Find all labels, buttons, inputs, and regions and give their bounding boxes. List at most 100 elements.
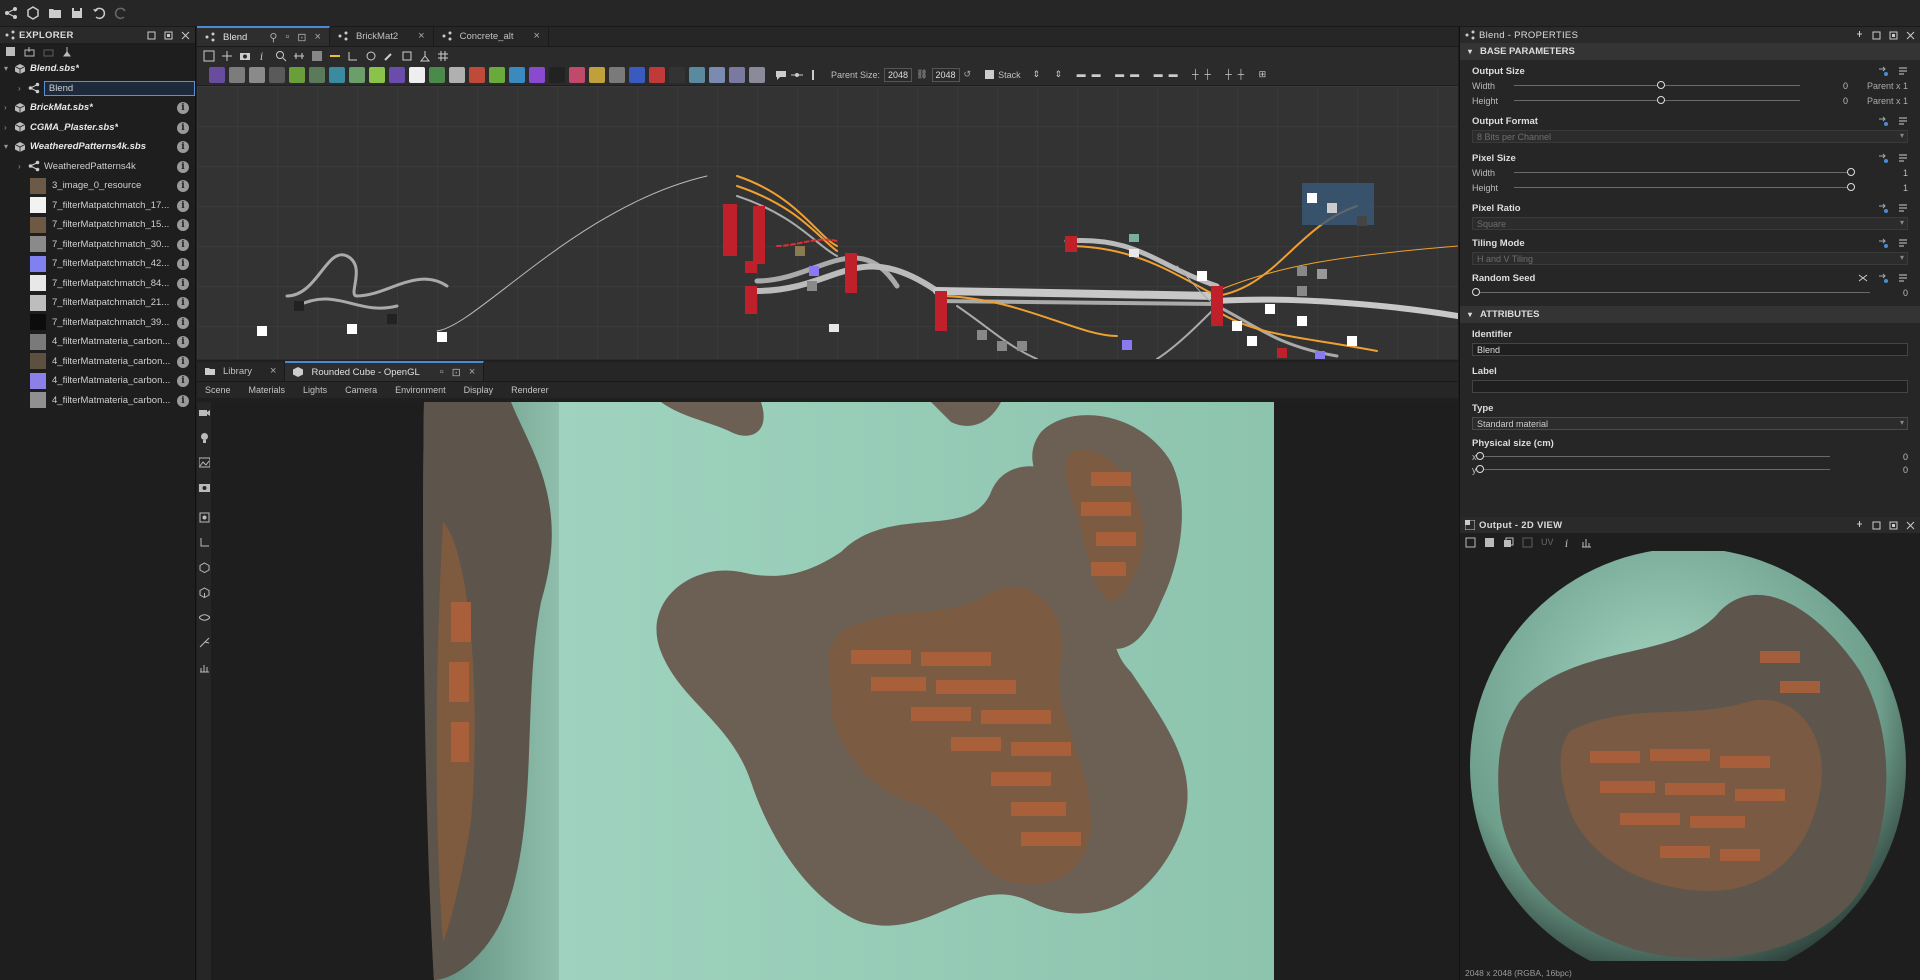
slider-knob[interactable] — [1846, 183, 1855, 191]
label-field[interactable] — [1472, 380, 1908, 393]
slider-knob[interactable] — [1476, 465, 1484, 473]
node-swatch[interactable] — [749, 66, 765, 83]
tab-brickmat2[interactable]: BrickMat2 × — [330, 26, 434, 46]
explorer-resource-item[interactable]: 7_filterMatpatchmatch_17... i — [0, 196, 195, 216]
node-swatch[interactable] — [669, 66, 685, 83]
info-icon[interactable]: i — [257, 50, 269, 62]
close-icon[interactable] — [181, 31, 190, 40]
node-swatch[interactable] — [289, 66, 305, 83]
new-icon[interactable] — [26, 6, 40, 20]
chevron-down-icon[interactable]: ▾ — [4, 142, 14, 151]
explorer-package-item[interactable]: ▾ Blend.sbs* — [0, 59, 195, 79]
chevron-right-icon[interactable]: › — [18, 162, 28, 171]
physical-y-slider[interactable] — [1476, 465, 1830, 473]
maximize-icon[interactable]: ⊡ — [452, 366, 461, 379]
clean-icon[interactable] — [62, 46, 73, 57]
tools-icon[interactable] — [365, 50, 377, 62]
axis-icon[interactable] — [199, 537, 210, 548]
info-icon[interactable]: i — [177, 199, 189, 212]
tiling-mode-dropdown[interactable]: H and V Tiling ▾ — [1472, 252, 1908, 265]
pixel-width-value[interactable]: 1 — [1888, 168, 1908, 178]
cube-icon[interactable] — [199, 562, 210, 573]
node-swatch[interactable] — [549, 66, 565, 83]
layout-icons[interactable]: ⇕ ⇕ ▬▬ ▬▬ ▬▬ ┼┼ ┼┼ ⊞ — [1033, 69, 1273, 80]
node-swatch[interactable] — [489, 66, 505, 83]
close-icon[interactable] — [1906, 31, 1915, 40]
node-swatch[interactable] — [649, 66, 665, 83]
connect-icon[interactable] — [1878, 116, 1888, 126]
node-swatch[interactable] — [569, 66, 585, 83]
slider-knob[interactable] — [1657, 81, 1665, 89]
node-swatch[interactable] — [709, 66, 725, 83]
info-icon[interactable]: i — [177, 121, 189, 134]
menu-lights[interactable]: Lights — [303, 385, 327, 395]
explorer-resource-item[interactable]: 7_filterMatpatchmatch_21... i — [0, 293, 195, 313]
node-swatch[interactable] — [729, 66, 745, 83]
2d-view-canvas[interactable] — [1460, 551, 1920, 961]
link-icon[interactable] — [329, 50, 341, 62]
dot-icon[interactable] — [807, 69, 819, 81]
attributes-section[interactable]: ▾ ATTRIBUTES — [1460, 306, 1920, 323]
node-swatch[interactable] — [469, 66, 485, 83]
float-icon[interactable]: ▫ — [285, 31, 289, 43]
compute-icon[interactable] — [419, 50, 431, 62]
info-icon[interactable]: i — [177, 180, 189, 192]
save-icon[interactable] — [1484, 537, 1495, 548]
parent-size-width[interactable]: 2048 — [884, 67, 913, 82]
gizmo-icon[interactable] — [199, 637, 210, 648]
graph-icon[interactable] — [4, 6, 18, 20]
info-icon[interactable]: i — [177, 141, 189, 153]
search-icon[interactable] — [275, 50, 287, 62]
frame-icon[interactable] — [199, 512, 210, 523]
node-swatch[interactable] — [349, 66, 365, 83]
slider-knob[interactable] — [1472, 288, 1480, 296]
node-swatch[interactable] — [689, 66, 705, 83]
node-swatch[interactable] — [329, 66, 345, 83]
frame-all-icon[interactable] — [203, 50, 215, 62]
info-icon[interactable]: i — [177, 394, 189, 407]
maximize-icon[interactable] — [1889, 521, 1898, 530]
align-icon[interactable] — [293, 50, 305, 62]
output-width-value[interactable]: 0 — [1828, 81, 1848, 91]
node-swatch[interactable] — [309, 66, 325, 83]
close-icon[interactable]: × — [418, 30, 424, 42]
menu-camera[interactable]: Camera — [345, 385, 377, 395]
info-icon[interactable]: i — [177, 258, 189, 270]
physical-x-value[interactable]: 0 — [1888, 452, 1908, 462]
node-swatch[interactable] — [209, 66, 225, 83]
tab-library[interactable]: Library × — [197, 361, 286, 381]
close-icon[interactable]: × — [533, 30, 539, 42]
camera-icon[interactable] — [199, 407, 210, 418]
screenshot-icon[interactable] — [199, 482, 210, 493]
node-swatch[interactable] — [249, 66, 265, 83]
menu-icon[interactable] — [1898, 116, 1908, 126]
float-icon[interactable] — [147, 31, 156, 40]
explorer-graph-item[interactable]: › Blend — [0, 79, 195, 99]
menu-icon[interactable] — [1898, 273, 1908, 283]
identifier-field[interactable]: Blend — [1472, 343, 1908, 356]
explorer-resource-item[interactable]: 7_filterMatpatchmatch_15... i — [0, 215, 195, 235]
chevron-down-icon[interactable]: ▾ — [4, 64, 14, 73]
base-parameters-section[interactable]: ▾ BASE PARAMETERS — [1460, 43, 1920, 60]
connect-icon[interactable] — [347, 50, 359, 62]
wrench-icon[interactable] — [383, 50, 395, 62]
tab-blend[interactable]: Blend ⚲ ▫ ⊡ × — [197, 26, 330, 46]
node-swatch[interactable] — [609, 66, 625, 83]
node-graph-canvas[interactable] — [197, 86, 1458, 359]
pin-icon[interactable]: ⚲ — [269, 31, 277, 44]
menu-display[interactable]: Display — [464, 385, 494, 395]
info-icon[interactable]: i — [177, 160, 189, 173]
random-seed-value[interactable]: 0 — [1888, 288, 1908, 298]
export-icon[interactable] — [401, 50, 413, 62]
save-icon[interactable] — [70, 6, 84, 20]
menu-icon[interactable] — [1898, 153, 1908, 163]
explorer-package-item[interactable]: › CGMA_Plaster.sbs* i — [0, 118, 195, 138]
connect-icon[interactable] — [1878, 238, 1888, 248]
redo-icon[interactable] — [114, 6, 128, 20]
close-icon[interactable]: × — [315, 31, 321, 43]
info-icon[interactable]: i — [177, 277, 189, 290]
connect-icon[interactable] — [1878, 273, 1888, 283]
node-swatch[interactable] — [369, 66, 385, 83]
explorer-resource-item[interactable]: 4_filterMatmateria_carbon... i — [0, 391, 195, 411]
info-icon[interactable]: i — [177, 336, 189, 348]
